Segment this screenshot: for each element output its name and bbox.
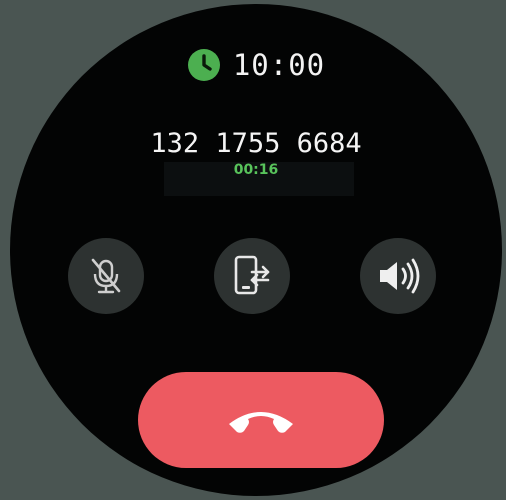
watch-face: 10:00 132 1755 6684 00:16 xyxy=(10,4,502,496)
caller-number: 132 1755 6684 xyxy=(150,128,362,159)
phone-transfer-icon xyxy=(234,255,270,295)
speaker-icon xyxy=(380,258,420,294)
clock-time: 10:00 xyxy=(232,48,326,82)
speaker-button[interactable] xyxy=(360,238,436,314)
clock-icon xyxy=(187,49,220,81)
call-duration: 00:16 xyxy=(233,162,279,178)
status-bar: 10:00 xyxy=(10,48,502,82)
end-call-button[interactable] xyxy=(138,372,384,468)
mute-button[interactable] xyxy=(68,238,144,314)
hang-up-icon xyxy=(229,412,293,433)
transfer-button[interactable] xyxy=(214,238,290,314)
microphone-muted-icon xyxy=(91,258,121,294)
